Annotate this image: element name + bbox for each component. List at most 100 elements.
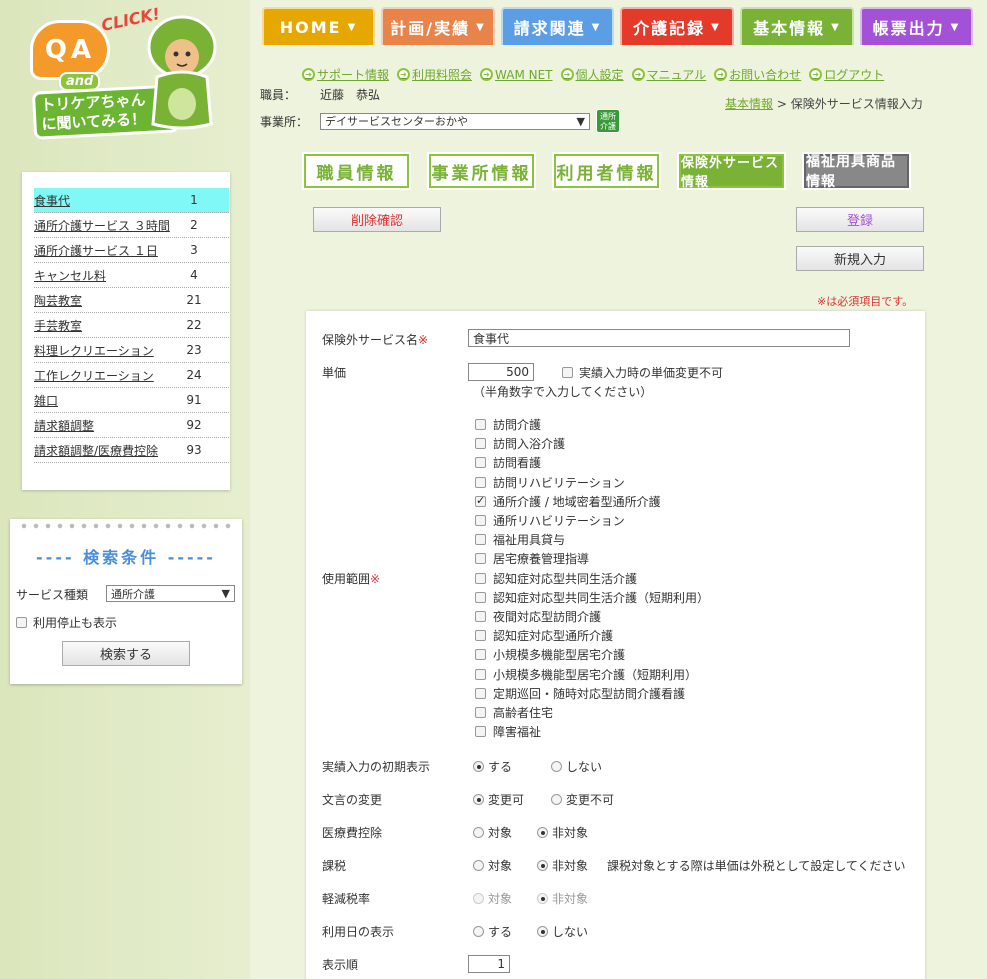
usage-item[interactable]: 訪問介護: [475, 415, 709, 434]
nav-report-output[interactable]: 帳票出力 ▼: [860, 7, 973, 45]
usage-checkbox[interactable]: [475, 515, 486, 527]
medical-deduction-non-target[interactable]: 非対象: [537, 824, 588, 841]
show-stopped-checkbox[interactable]: [16, 617, 27, 628]
service-list-item[interactable]: 陶芸教室 21: [34, 288, 229, 313]
usage-item[interactable]: 認知症対応型共同生活介護（短期利用）: [475, 588, 709, 607]
wording-changeable[interactable]: 変更可: [473, 791, 551, 808]
usage-item[interactable]: 訪問看護: [475, 453, 709, 472]
usage-checkbox[interactable]: [475, 649, 486, 661]
service-list-item[interactable]: キャンセル料 4: [34, 263, 229, 288]
office-select[interactable]: デイサービスセンターおかや ▼: [320, 112, 590, 130]
initial-display-yes[interactable]: する: [473, 758, 551, 775]
display-order-input[interactable]: 1: [468, 955, 510, 973]
usage-checkbox[interactable]: [475, 534, 486, 546]
service-list-item-name[interactable]: 工作レクリエーション: [34, 367, 184, 384]
service-list-item-name[interactable]: 通所介護サービス ３時間: [34, 217, 184, 234]
usage-item[interactable]: 通所リハビリテーション: [475, 511, 709, 530]
qa-logo[interactable]: QA CLICK! and トリケアちゃん に聞いてみる！: [25, 4, 225, 140]
tab-non-insurance-service[interactable]: 保険外サービス情報: [677, 152, 786, 190]
service-list-item[interactable]: 食事代 1: [34, 188, 229, 213]
usage-checkbox[interactable]: [475, 726, 486, 738]
new-entry-button[interactable]: 新規入力: [796, 246, 924, 271]
usage-checkbox[interactable]: [475, 687, 486, 699]
usage-item[interactable]: 小規模多機能型居宅介護: [475, 645, 709, 664]
usage-checkbox[interactable]: [475, 591, 486, 603]
service-list-item-name[interactable]: 料理レクリエーション: [34, 342, 184, 359]
usage-item[interactable]: 居宅療養管理指導: [475, 549, 709, 568]
usage-checkbox[interactable]: [475, 610, 486, 622]
service-list-item[interactable]: 雑口 91: [34, 388, 229, 413]
link-manual[interactable]: ➜ マニュアル: [631, 66, 706, 83]
breadcrumb-basic-info[interactable]: 基本情報: [725, 97, 773, 111]
service-list-item-name[interactable]: 手芸教室: [34, 317, 184, 334]
service-list-item-number: 91: [186, 393, 202, 407]
usage-item[interactable]: 夜間対応型訪問介護: [475, 607, 709, 626]
service-list-item-name[interactable]: 雑口: [34, 392, 184, 409]
search-button[interactable]: 検索する: [62, 641, 190, 666]
link-logout[interactable]: ➜ ログアウト: [809, 66, 884, 83]
service-list-item[interactable]: 手芸教室 22: [34, 313, 229, 338]
usage-checkbox[interactable]: [475, 572, 486, 584]
link-wam-net[interactable]: ➜ WAM NET: [480, 66, 553, 83]
service-list-item-name[interactable]: キャンセル料: [34, 267, 184, 284]
service-list-item-name[interactable]: 食事代: [34, 192, 184, 209]
usage-checkbox[interactable]: [475, 476, 486, 488]
use-date-show[interactable]: する: [473, 923, 537, 940]
service-list-item-name[interactable]: 通所介護サービス １日: [34, 242, 184, 259]
service-list-item[interactable]: 通所介護サービス １日 3: [34, 238, 229, 263]
service-list-item[interactable]: 料理レクリエーション 23: [34, 338, 229, 363]
service-name-input[interactable]: 食事代: [468, 329, 850, 347]
initial-display-no[interactable]: しない: [551, 758, 602, 775]
register-button[interactable]: 登録: [796, 207, 924, 232]
usage-item[interactable]: 福祉用具貸与: [475, 530, 709, 549]
usage-checkbox[interactable]: [475, 457, 486, 469]
nav-billing[interactable]: 請求関連 ▼: [501, 7, 614, 45]
usage-checkbox[interactable]: [475, 553, 486, 565]
link-personal-settings[interactable]: ➜ 個人設定: [560, 66, 624, 83]
link-logout-label: ログアウト: [824, 68, 885, 82]
service-list-item[interactable]: 工作レクリエーション 24: [34, 363, 229, 388]
nav-plan-results[interactable]: 計画/実績 ▼: [381, 7, 495, 45]
nav-basic-info[interactable]: 基本情報 ▼: [740, 7, 854, 45]
service-list-item-name[interactable]: 請求額調整/医療費控除: [34, 442, 184, 459]
usage-item[interactable]: 訪問リハビリテーション: [475, 473, 709, 492]
tab-office-info[interactable]: 事業所情報: [427, 152, 536, 190]
tab-welfare-equipment[interactable]: 福祉用具商品情報: [802, 152, 911, 190]
link-support[interactable]: ➜ サポート情報: [302, 66, 389, 83]
usage-item[interactable]: 通所介護 / 地域密着型通所介護: [475, 492, 709, 511]
usage-item[interactable]: 障害福祉: [475, 722, 709, 741]
medical-deduction-target[interactable]: 対象: [473, 824, 537, 841]
link-contact[interactable]: ➜ お問い合わせ: [714, 66, 801, 83]
taxation-non-target[interactable]: 非対象: [537, 857, 607, 874]
service-list-item-name[interactable]: 請求額調整: [34, 417, 184, 434]
usage-item[interactable]: 高齢者住宅: [475, 703, 709, 722]
nav-care-record[interactable]: 介護記録 ▼: [620, 7, 734, 45]
usage-item-label: 福祉用具貸与: [493, 533, 566, 548]
use-date-hide[interactable]: しない: [537, 923, 588, 940]
usage-checkbox[interactable]: [475, 706, 486, 718]
usage-item[interactable]: 認知症対応型通所介護: [475, 626, 709, 645]
service-list-item[interactable]: 通所介護サービス ３時間 2: [34, 213, 229, 238]
tab-user-info[interactable]: 利用者情報: [552, 152, 661, 190]
wording-not-changeable[interactable]: 変更不可: [551, 791, 614, 808]
tab-staff-info[interactable]: 職員情報: [302, 152, 411, 190]
usage-item[interactable]: 訪問入浴介護: [475, 434, 709, 453]
service-list-item-name[interactable]: 陶芸教室: [34, 292, 184, 309]
usage-checkbox[interactable]: [475, 494, 486, 507]
usage-item[interactable]: 小規模多機能型居宅介護（短期利用）: [475, 664, 709, 683]
usage-checkbox[interactable]: [475, 668, 486, 680]
service-type-select[interactable]: 通所介護 ▼: [106, 585, 235, 602]
unit-price-lock-checkbox[interactable]: [562, 367, 573, 378]
service-list-item[interactable]: 請求額調整/医療費控除 93: [34, 438, 229, 463]
usage-checkbox[interactable]: [475, 438, 486, 450]
service-list-item[interactable]: 請求額調整 92: [34, 413, 229, 438]
usage-checkbox[interactable]: [475, 419, 486, 431]
usage-item[interactable]: 定期巡回・随時対応型訪問介護看護: [475, 684, 709, 703]
unit-price-input[interactable]: 500: [468, 363, 534, 381]
usage-checkbox[interactable]: [475, 630, 486, 642]
link-fee-inquiry[interactable]: ➜ 利用料照会: [397, 66, 472, 83]
taxation-target[interactable]: 対象: [473, 857, 537, 874]
nav-home[interactable]: HOME ▼: [262, 7, 375, 45]
delete-confirm-button[interactable]: 削除確認: [313, 207, 441, 232]
usage-item[interactable]: 認知症対応型共同生活介護: [475, 569, 709, 588]
